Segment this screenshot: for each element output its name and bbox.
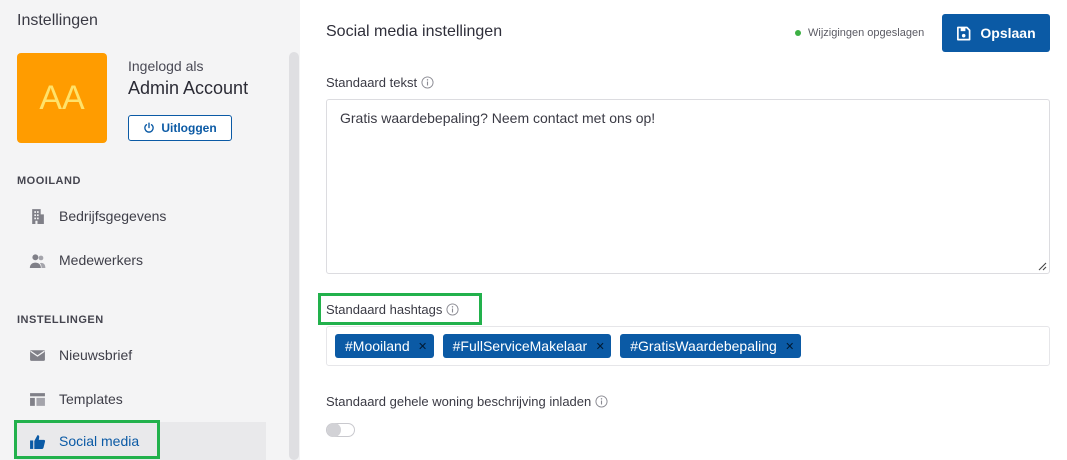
sidebar-item-label: Nieuwsbrief: [59, 347, 133, 363]
close-icon[interactable]: ✕: [785, 341, 795, 353]
logged-in-label: Ingelogd als: [128, 58, 204, 74]
sidebar-item-label: Medewerkers: [59, 252, 144, 268]
sidebar-item-templates[interactable]: Templates: [17, 380, 266, 418]
section-label-instellingen: INSTELLINGEN: [17, 314, 104, 326]
avatar: AA: [17, 53, 107, 143]
load-description-toggle[interactable]: [326, 423, 355, 437]
hashtag-chip: #Mooiland ✕: [335, 334, 434, 358]
template-icon: [30, 392, 45, 406]
default-hashtags-label: Standaard hashtags: [326, 302, 459, 317]
save-button[interactable]: Opslaan: [942, 14, 1050, 52]
hashtag-chip: #FullServiceMakelaar ✕: [442, 334, 612, 358]
resize-handle-icon[interactable]: [1036, 260, 1047, 271]
sidebar: Instellingen AA Ingelogd als Admin Accou…: [0, 0, 300, 460]
save-status-text: Wijzigingen opgeslagen: [808, 27, 925, 39]
section-label-mooiland: MOOILAND: [17, 175, 81, 187]
envelope-icon: [30, 349, 45, 361]
save-status: Wijzigingen opgeslagen: [795, 27, 924, 39]
sidebar-item-label: Templates: [59, 391, 123, 407]
users-icon: [29, 253, 46, 268]
save-button-label: Opslaan: [980, 25, 1036, 41]
page-title: Social media instellingen: [326, 23, 503, 40]
sidebar-item-nieuwsbrief[interactable]: Nieuwsbrief: [17, 336, 266, 374]
sidebar-scrollbar[interactable]: [289, 52, 299, 460]
info-icon[interactable]: [446, 303, 459, 316]
default-text-textarea[interactable]: Gratis waardebepaling? Neem contact met …: [326, 99, 1050, 274]
avatar-initials: AA: [39, 78, 85, 117]
default-text-label-text: Standaard tekst: [326, 75, 418, 90]
hashtag-label: #Mooiland: [345, 338, 410, 354]
floppy-disk-icon: [957, 26, 971, 40]
hashtags-input[interactable]: #Mooiland ✕ #FullServiceMakelaar ✕ #Grat…: [326, 326, 1050, 366]
logout-label: Uitloggen: [161, 121, 217, 135]
info-icon[interactable]: [595, 395, 608, 408]
default-hashtags-label-text: Standaard hashtags: [326, 302, 443, 317]
load-description-label-text: Standaard gehele woning beschrijving inl…: [326, 394, 592, 409]
hashtag-label: #FullServiceMakelaar: [452, 338, 588, 354]
thumbs-up-icon: [30, 434, 46, 449]
toggle-knob: [327, 423, 341, 437]
sidebar-item-label: Social media: [59, 433, 140, 449]
hashtag-chip: #GratisWaardebepaling ✕: [620, 334, 801, 358]
account-name: Admin Account: [128, 78, 249, 98]
building-icon: [32, 208, 44, 224]
hashtag-label: #GratisWaardebepaling: [630, 338, 777, 354]
close-icon[interactable]: ✕: [595, 341, 605, 353]
default-text-value: Gratis waardebepaling? Neem contact met …: [340, 110, 656, 126]
close-icon[interactable]: ✕: [418, 341, 428, 353]
status-dot-icon: [795, 30, 801, 36]
sidebar-item-bedrijfsgegevens[interactable]: Bedrijfsgegevens: [17, 197, 266, 235]
load-description-label: Standaard gehele woning beschrijving inl…: [326, 394, 608, 409]
sidebar-item-label: Bedrijfsgegevens: [59, 208, 167, 224]
sidebar-item-medewerkers[interactable]: Medewerkers: [17, 241, 266, 279]
info-icon[interactable]: [421, 76, 434, 89]
sidebar-title: Instellingen: [17, 12, 98, 29]
default-text-label: Standaard tekst: [326, 75, 434, 90]
power-icon: [144, 122, 155, 133]
logout-button[interactable]: Uitloggen: [128, 115, 232, 141]
sidebar-item-social-media[interactable]: Social media: [17, 422, 266, 460]
